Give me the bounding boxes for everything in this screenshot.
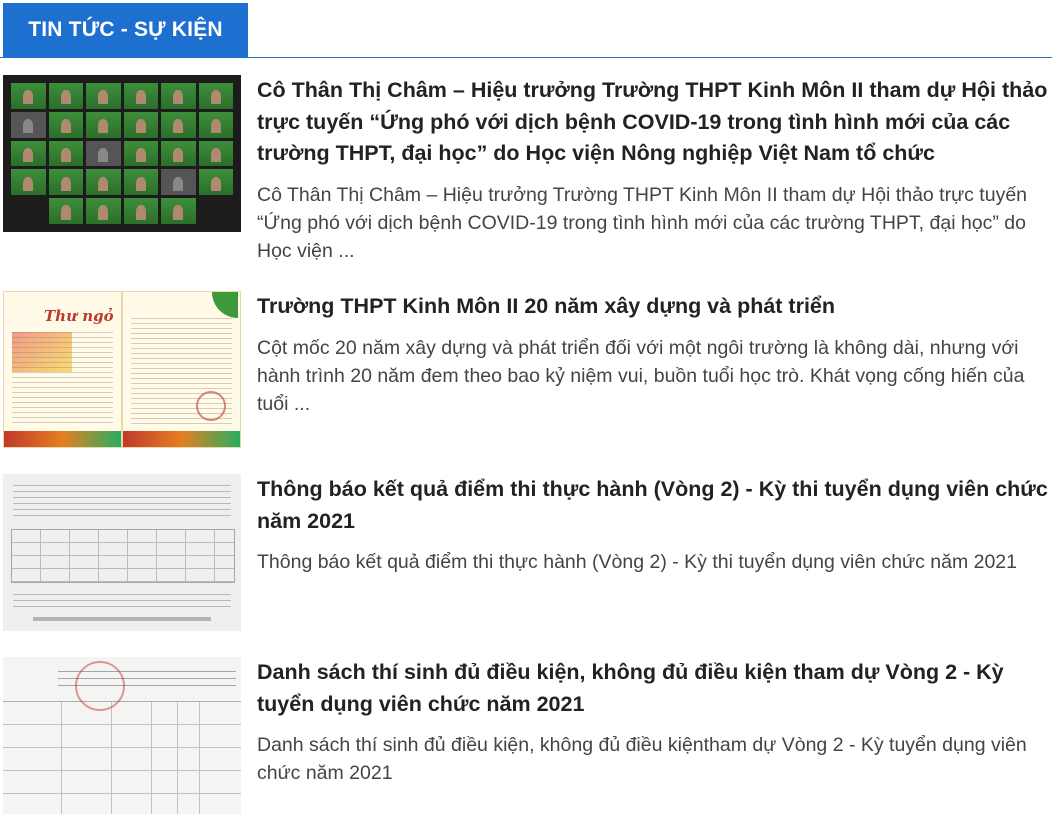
- letter-heading: Thư ngỏ: [44, 307, 114, 325]
- document-text-image: [58, 665, 236, 687]
- letter-page-image: Thư ngỏ: [3, 291, 122, 448]
- article-title-link[interactable]: Cô Thân Thị Châm – Hiệu trưởng Trường TH…: [257, 75, 1052, 170]
- article-title-link[interactable]: Thông báo kết quả điểm thi thực hành (Vò…: [257, 474, 1052, 537]
- letter-page-image: [122, 291, 241, 448]
- article-summary: Danh sách thí sinh đủ điều kiện, không đ…: [257, 734, 1027, 784]
- article-summary: Cô Thân Thị Châm – Hiệu trưởng Trường TH…: [257, 183, 1028, 262]
- article-thumbnail[interactable]: [3, 474, 241, 631]
- video-conference-grid-image: [11, 83, 233, 224]
- article-title-link[interactable]: Trường THPT Kinh Môn II 20 năm xây dựng …: [257, 291, 1052, 323]
- article-thumbnail[interactable]: [3, 75, 241, 232]
- document-text-image: [13, 480, 231, 520]
- document-table-image: [11, 529, 235, 583]
- document-table-image: [3, 701, 241, 814]
- article-summary: Thông báo kết quả điểm thi thực hành (Vò…: [257, 551, 1017, 573]
- article-title-link[interactable]: Danh sách thí sinh đủ điều kiện, không đ…: [257, 657, 1052, 720]
- section-title: TIN TỨC - SỰ KIỆN: [3, 3, 248, 57]
- article-summary: Cột mốc 20 năm xây dựng và phát triển đố…: [257, 336, 1025, 415]
- article-thumbnail[interactable]: [3, 657, 241, 814]
- article-thumbnail[interactable]: Thư ngỏ: [3, 291, 241, 448]
- section-header: TIN TỨC - SỰ KIỆN: [0, 0, 1052, 58]
